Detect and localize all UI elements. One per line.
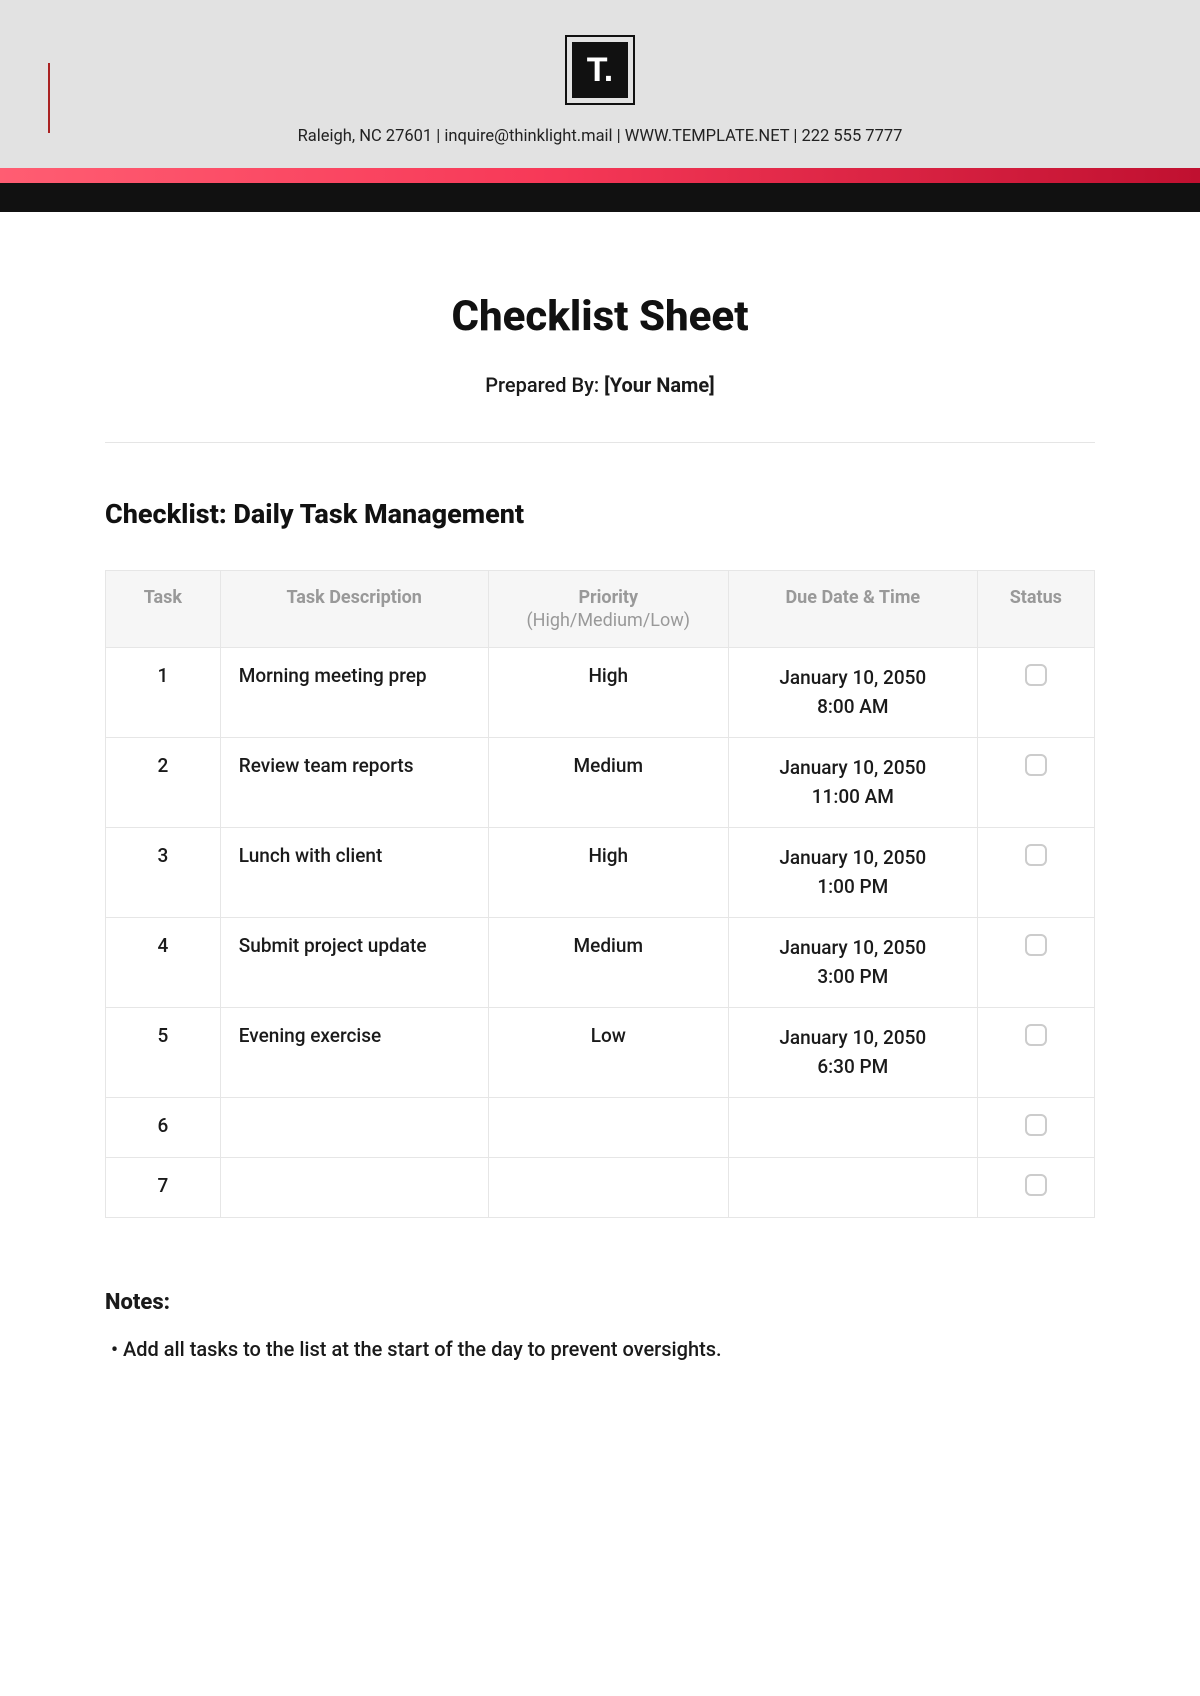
status-checkbox[interactable] — [1025, 664, 1047, 686]
logo-box: T. — [565, 35, 635, 105]
note-item: Add all tasks to the list at the start o… — [105, 1337, 1095, 1361]
cell-status — [977, 828, 1094, 918]
cell-status — [977, 738, 1094, 828]
cell-task-number: 2 — [106, 738, 221, 828]
table-row: 1Morning meeting prepHighJanuary 10, 205… — [106, 648, 1095, 738]
status-checkbox[interactable] — [1025, 754, 1047, 776]
cell-priority[interactable]: High — [488, 648, 728, 738]
cell-task-number: 1 — [106, 648, 221, 738]
cell-priority[interactable] — [488, 1158, 728, 1218]
status-checkbox[interactable] — [1025, 934, 1047, 956]
page-title: Checklist Sheet — [105, 292, 1095, 341]
status-checkbox[interactable] — [1025, 1024, 1047, 1046]
table-row: 2Review team reportsMediumJanuary 10, 20… — [106, 738, 1095, 828]
cell-status — [977, 1008, 1094, 1098]
col-header-priority-label: Priority — [578, 587, 638, 608]
cell-status — [977, 1158, 1094, 1218]
cell-task-description[interactable] — [220, 1098, 488, 1158]
cell-task-number: 4 — [106, 918, 221, 1008]
col-header-priority-sub: (High/Medium/Low) — [501, 610, 716, 631]
prepared-by-value[interactable]: [Your Name] — [604, 373, 715, 397]
cell-priority[interactable]: Medium — [488, 918, 728, 1008]
cell-due-date-time[interactable]: January 10, 20503:00 PM — [728, 918, 977, 1008]
cell-task-description[interactable] — [220, 1158, 488, 1218]
cell-due-date-time[interactable]: January 10, 205011:00 AM — [728, 738, 977, 828]
cell-due-date-time[interactable]: January 10, 20508:00 AM — [728, 648, 977, 738]
cell-task-number: 5 — [106, 1008, 221, 1098]
col-header-description: Task Description — [220, 571, 488, 648]
cell-task-description[interactable]: Lunch with client — [220, 828, 488, 918]
cell-priority[interactable] — [488, 1098, 728, 1158]
status-checkbox[interactable] — [1025, 844, 1047, 866]
divider — [105, 442, 1095, 443]
cell-due-date-time[interactable]: January 10, 20506:30 PM — [728, 1008, 977, 1098]
prepared-by-line: Prepared By: [Your Name] — [105, 373, 1095, 397]
table-row: 6 — [106, 1098, 1095, 1158]
table-row: 3Lunch with clientHighJanuary 10, 20501:… — [106, 828, 1095, 918]
cell-task-description[interactable]: Evening exercise — [220, 1008, 488, 1098]
cell-task-number: 6 — [106, 1098, 221, 1158]
checklist-subtitle: Checklist: Daily Task Management — [105, 498, 1095, 530]
status-checkbox[interactable] — [1025, 1174, 1047, 1196]
table-header-row: Task Task Description Priority (High/Med… — [106, 571, 1095, 648]
cell-due-date-time[interactable] — [728, 1098, 977, 1158]
col-header-priority: Priority (High/Medium/Low) — [488, 571, 728, 648]
table-row: 5Evening exerciseLowJanuary 10, 20506:30… — [106, 1008, 1095, 1098]
col-header-due: Due Date & Time — [728, 571, 977, 648]
cell-priority[interactable]: Medium — [488, 738, 728, 828]
cell-status — [977, 918, 1094, 1008]
cell-due-date-time[interactable] — [728, 1158, 977, 1218]
cell-task-number: 7 — [106, 1158, 221, 1218]
logo-text: T. — [572, 42, 628, 98]
accent-black-bar — [0, 183, 1200, 212]
cell-status — [977, 648, 1094, 738]
col-header-task: Task — [106, 571, 221, 648]
table-row: 4Submit project updateMediumJanuary 10, … — [106, 918, 1095, 1008]
col-header-status: Status — [977, 571, 1094, 648]
cell-task-description[interactable]: Review team reports — [220, 738, 488, 828]
cell-task-description[interactable]: Submit project update — [220, 918, 488, 1008]
cell-priority[interactable]: Low — [488, 1008, 728, 1098]
cell-status — [977, 1098, 1094, 1158]
notes-heading: Notes: — [105, 1290, 1095, 1315]
header-area: T. Raleigh, NC 27601 | inquire@thinkligh… — [0, 0, 1200, 212]
checklist-table: Task Task Description Priority (High/Med… — [105, 570, 1095, 1218]
content-area: Checklist Sheet Prepared By: [Your Name]… — [0, 212, 1200, 1401]
cell-due-date-time[interactable]: January 10, 20501:00 PM — [728, 828, 977, 918]
status-checkbox[interactable] — [1025, 1114, 1047, 1136]
accent-red-bar — [0, 168, 1200, 183]
cell-task-description[interactable]: Morning meeting prep — [220, 648, 488, 738]
prepared-by-label: Prepared By: — [485, 373, 604, 397]
side-accent-marker — [48, 63, 50, 133]
contact-line: Raleigh, NC 27601 | inquire@thinklight.m… — [0, 127, 1200, 168]
logo-wrap: T. — [0, 35, 1200, 105]
cell-task-number: 3 — [106, 828, 221, 918]
table-row: 7 — [106, 1158, 1095, 1218]
notes-section: Notes: Add all tasks to the list at the … — [105, 1290, 1095, 1361]
cell-priority[interactable]: High — [488, 828, 728, 918]
